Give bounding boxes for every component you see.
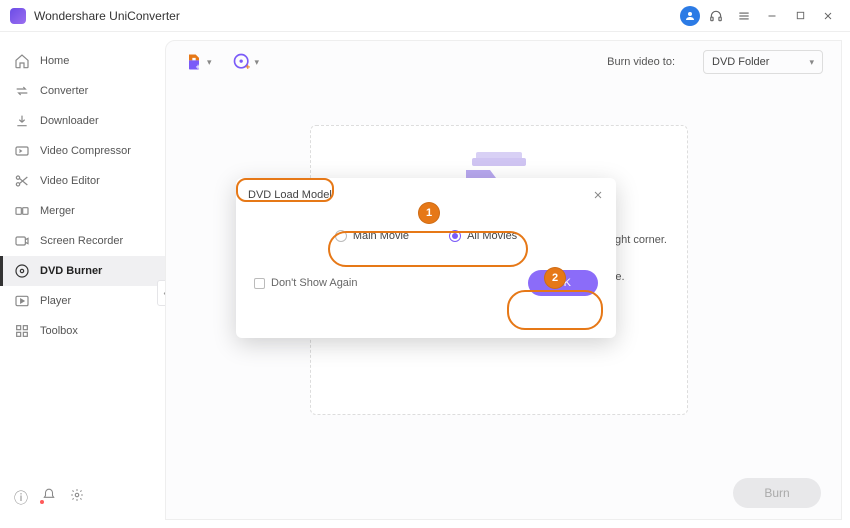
sidebar-item-editor[interactable]: Video Editor: [0, 166, 165, 196]
radio-icon: [449, 230, 461, 242]
sidebar-item-converter[interactable]: Converter: [0, 76, 165, 106]
home-icon: [14, 53, 30, 69]
titlebar: Wondershare UniConverter: [0, 0, 850, 32]
sidebar-item-label: Video Compressor: [40, 145, 131, 157]
chevron-down-icon: ▾: [207, 57, 212, 68]
sidebar-item-label: Converter: [40, 85, 88, 97]
checkbox-label: Don't Show Again: [271, 277, 358, 289]
sidebar-item-toolbox[interactable]: Toolbox: [0, 316, 165, 346]
sidebar-item-dvd-burner[interactable]: DVD Burner: [0, 256, 165, 286]
sidebar-item-player[interactable]: Player: [0, 286, 165, 316]
sidebar-item-label: Video Editor: [40, 175, 100, 187]
sidebar-item-home[interactable]: Home: [0, 46, 165, 76]
dont-show-checkbox[interactable]: Don't Show Again: [254, 277, 358, 289]
scissors-icon: [14, 173, 30, 189]
burn-to-label: Burn video to:: [607, 56, 675, 68]
radio-label: All Movies: [467, 230, 517, 242]
sidebar-item-label: Merger: [40, 205, 75, 217]
maximize-button[interactable]: [788, 4, 812, 28]
close-icon: [592, 189, 604, 201]
minimize-button[interactable]: [760, 4, 784, 28]
modal-close-button[interactable]: [592, 189, 604, 201]
record-icon: [14, 233, 30, 249]
sidebar: Home Converter Downloader Video Compress…: [0, 32, 165, 528]
disc-icon: [14, 263, 30, 279]
toolbar: + ▾ + ▾ Burn video to: DVD Folder ▾: [166, 41, 841, 83]
sidebar-item-label: Screen Recorder: [40, 235, 123, 247]
play-icon: [14, 293, 30, 309]
radio-label: Main Movie: [353, 230, 409, 242]
burn-to-select[interactable]: DVD Folder ▾: [703, 50, 823, 74]
sidebar-item-recorder[interactable]: Screen Recorder: [0, 226, 165, 256]
notification-icon[interactable]: [42, 488, 56, 508]
modal-title: DVD Load Model: [248, 189, 332, 201]
app-title: Wondershare UniConverter: [34, 9, 180, 23]
sidebar-item-downloader[interactable]: Downloader: [0, 106, 165, 136]
help-icon[interactable]: ⓘ: [14, 488, 28, 508]
ok-button[interactable]: OK: [528, 270, 598, 296]
close-button[interactable]: [816, 4, 840, 28]
load-disc-button[interactable]: + ▾: [232, 52, 260, 72]
burn-to-value: DVD Folder: [712, 56, 769, 68]
sidebar-item-label: DVD Burner: [40, 265, 102, 277]
radio-all-movies[interactable]: All Movies: [449, 230, 517, 242]
download-icon: [14, 113, 30, 129]
menu-icon[interactable]: [732, 4, 756, 28]
radio-main-movie[interactable]: Main Movie: [335, 230, 409, 242]
merge-icon: [14, 203, 30, 219]
compress-icon: [14, 143, 30, 159]
svg-text:+: +: [196, 62, 201, 72]
sidebar-item-label: Home: [40, 55, 69, 67]
sidebar-item-label: Downloader: [40, 115, 99, 127]
account-avatar-icon[interactable]: [680, 6, 700, 26]
dvd-load-modal: DVD Load Model Main Movie All Movies Don…: [236, 178, 616, 338]
checkbox-icon: [254, 278, 265, 289]
add-file-button[interactable]: + ▾: [184, 52, 212, 72]
svg-text:+: +: [245, 62, 250, 72]
file-add-icon: +: [184, 52, 204, 72]
settings-icon[interactable]: [70, 488, 84, 508]
chevron-down-icon: ▾: [809, 57, 814, 68]
sidebar-item-merger[interactable]: Merger: [0, 196, 165, 226]
disc-add-icon: +: [232, 52, 252, 72]
sidebar-item-label: Toolbox: [40, 325, 78, 337]
headset-icon[interactable]: [704, 4, 728, 28]
sidebar-item-label: Player: [40, 295, 71, 307]
radio-icon: [335, 230, 347, 242]
app-logo-icon: [10, 8, 26, 24]
converter-icon: [14, 83, 30, 99]
grid-icon: [14, 323, 30, 339]
burn-button[interactable]: Burn: [733, 478, 821, 508]
chevron-down-icon: ▾: [255, 57, 260, 68]
sidebar-item-compressor[interactable]: Video Compressor: [0, 136, 165, 166]
